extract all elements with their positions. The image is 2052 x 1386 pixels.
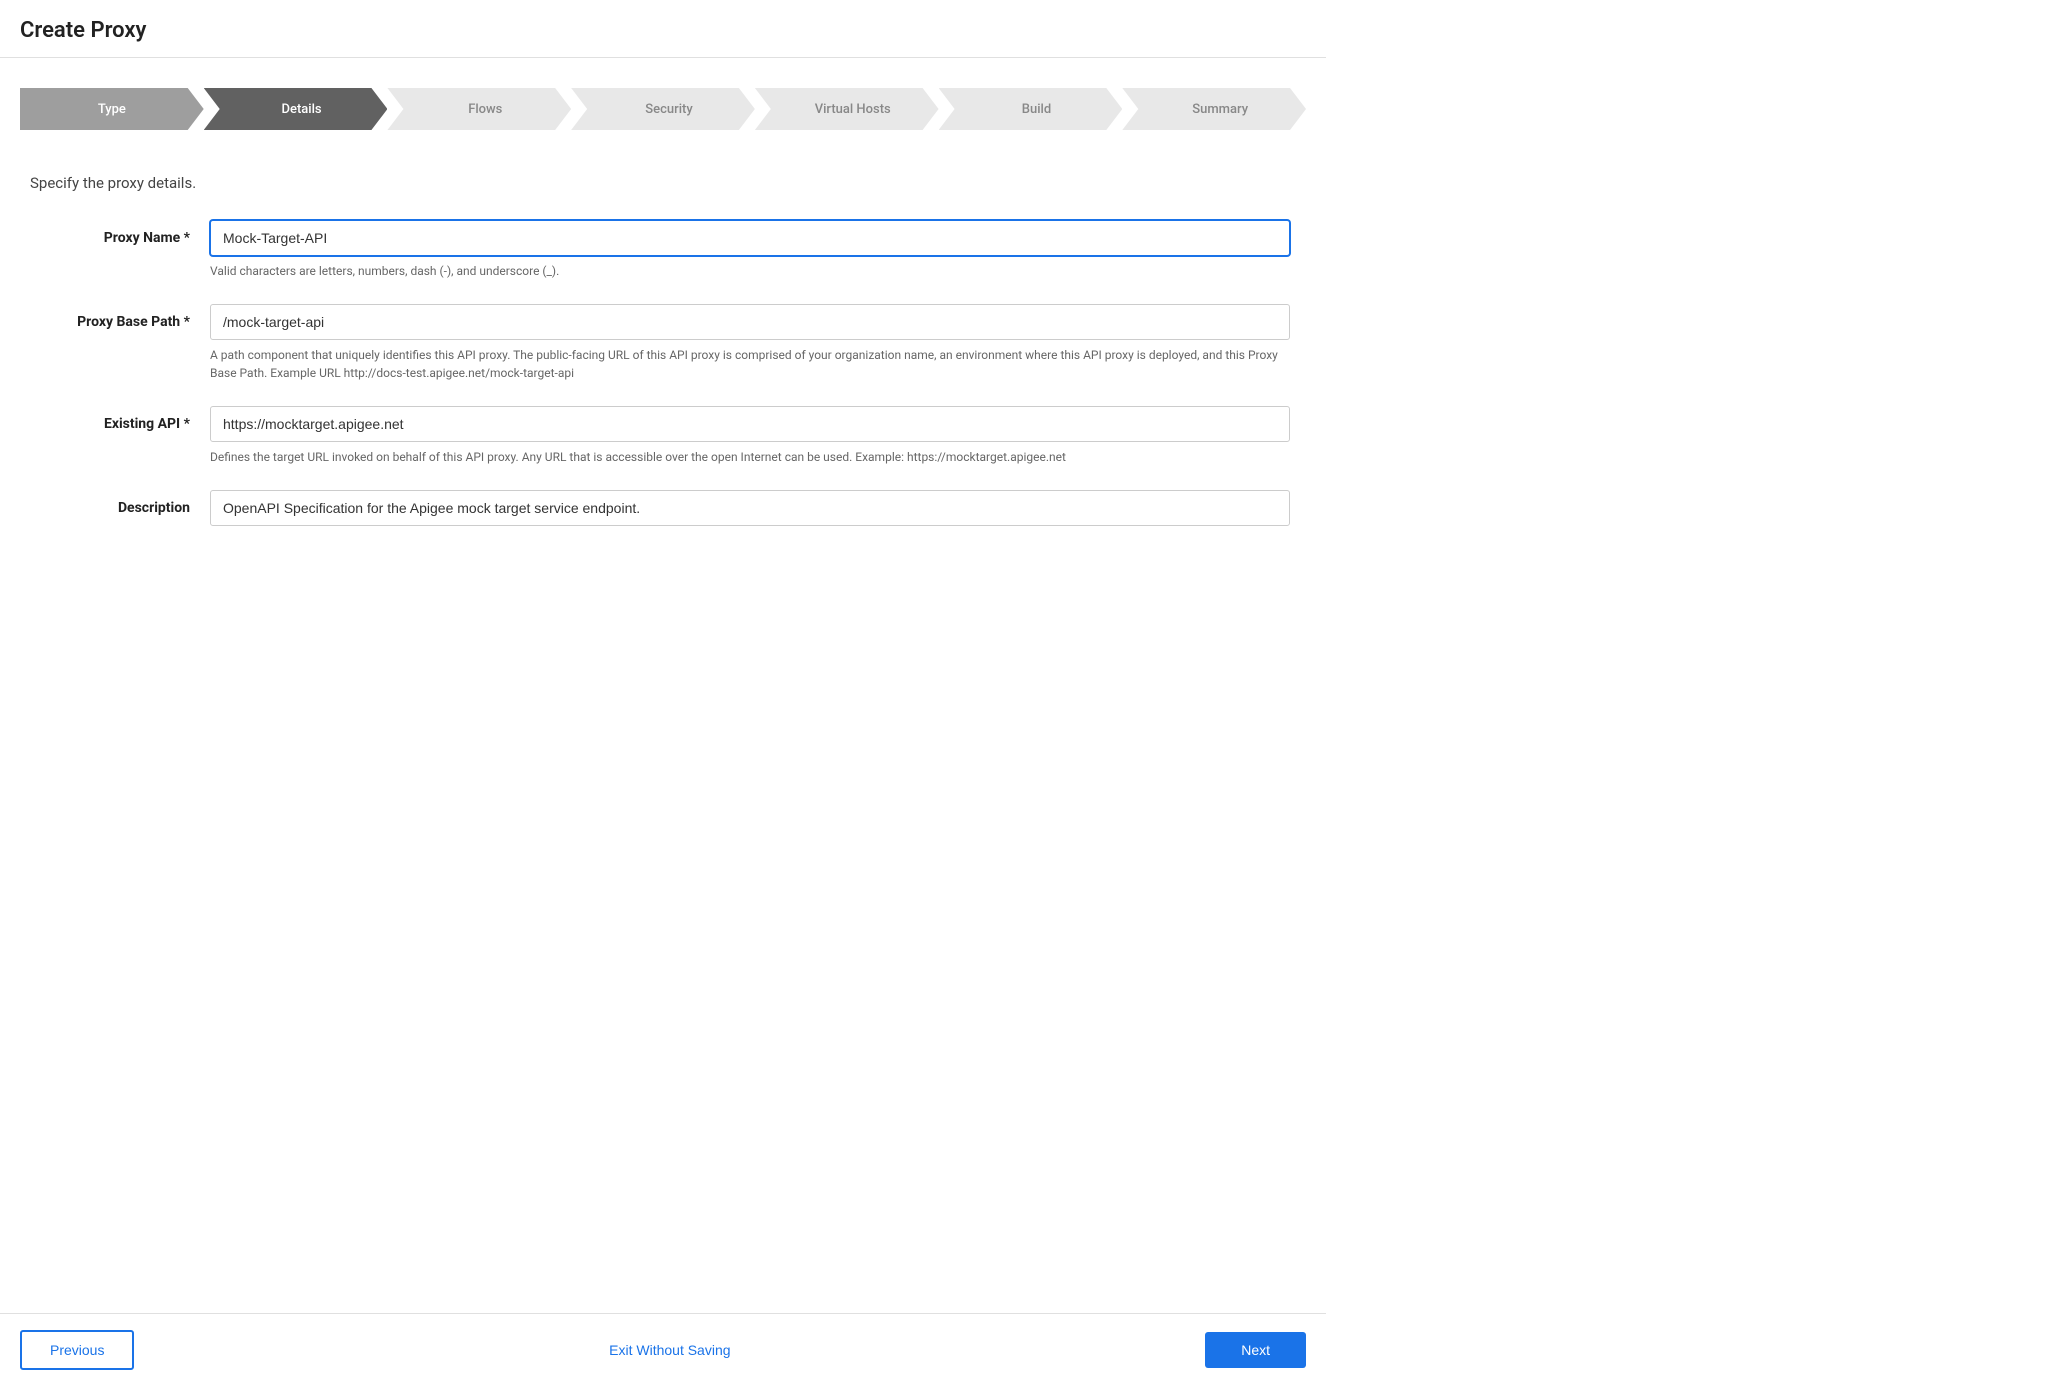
proxy-name-field-group: Valid characters are letters, numbers, d…	[210, 220, 1290, 280]
step-details[interactable]: Details	[204, 88, 388, 130]
proxy-name-input[interactable]	[210, 220, 1290, 256]
existing-api-input[interactable]	[210, 406, 1290, 442]
proxy-name-label: Proxy Name *	[30, 220, 190, 246]
description-row: Description	[30, 490, 1290, 526]
existing-api-row: Existing API * Defines the target URL in…	[30, 406, 1290, 466]
proxy-base-path-label: Proxy Base Path *	[30, 304, 190, 330]
proxy-base-path-input[interactable]	[210, 304, 1290, 340]
proxy-name-hint: Valid characters are letters, numbers, d…	[210, 262, 1290, 280]
existing-api-hint: Defines the target URL invoked on behalf…	[210, 448, 1290, 466]
section-description: Specify the proxy details.	[30, 174, 1296, 192]
footer: Previous Exit Without Saving Next	[0, 1313, 1326, 1386]
existing-api-label: Existing API *	[30, 406, 190, 432]
step-build-label: Build	[1022, 102, 1051, 117]
step-summary-label: Summary	[1192, 102, 1248, 117]
wizard-steps: Type Details Flows Security Virtual Host…	[20, 88, 1306, 130]
step-flows-label: Flows	[468, 102, 502, 117]
description-field-group	[210, 490, 1290, 526]
description-label: Description	[30, 490, 190, 516]
step-flows[interactable]: Flows	[387, 88, 571, 130]
proxy-base-path-hint: A path component that uniquely identifie…	[210, 346, 1290, 382]
proxy-base-path-row: Proxy Base Path * A path component that …	[30, 304, 1290, 382]
proxy-base-path-field-group: A path component that uniquely identifie…	[210, 304, 1290, 382]
step-virtual-hosts-label: Virtual Hosts	[815, 102, 891, 117]
page-title: Create Proxy	[20, 18, 1306, 43]
step-security[interactable]: Security	[571, 88, 755, 130]
next-button[interactable]: Next	[1205, 1332, 1306, 1368]
step-build[interactable]: Build	[939, 88, 1123, 130]
proxy-name-row: Proxy Name * Valid characters are letter…	[30, 220, 1290, 280]
description-input[interactable]	[210, 490, 1290, 526]
step-type-label: Type	[98, 102, 126, 117]
existing-api-field-group: Defines the target URL invoked on behalf…	[210, 406, 1290, 466]
previous-button[interactable]: Previous	[20, 1330, 134, 1370]
form-section: Proxy Name * Valid characters are letter…	[30, 220, 1290, 526]
step-security-label: Security	[645, 102, 692, 117]
step-virtual-hosts[interactable]: Virtual Hosts	[755, 88, 939, 130]
step-summary[interactable]: Summary	[1122, 88, 1306, 130]
step-type[interactable]: Type	[20, 88, 204, 130]
exit-without-saving-button[interactable]: Exit Without Saving	[609, 1342, 730, 1358]
step-details-label: Details	[282, 102, 322, 117]
